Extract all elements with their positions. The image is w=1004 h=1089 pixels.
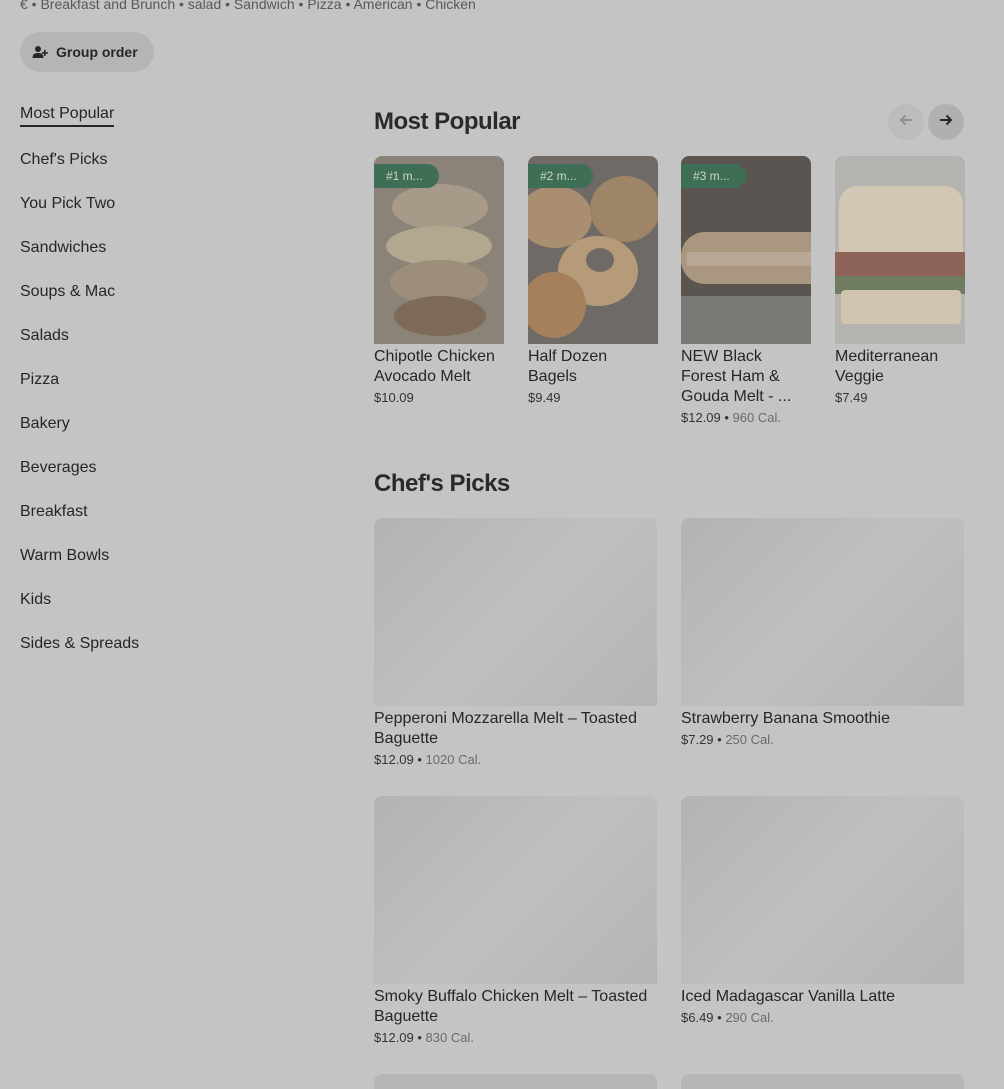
item-name: Iced Madagascar Vanilla Latte: [681, 988, 896, 1005]
carousel-prev-button[interactable]: [888, 104, 924, 140]
sidebar-item-breakfast[interactable]: Breakfast: [20, 490, 139, 534]
menu-item-card[interactable]: Mediterranean Veggie $7.49: [835, 156, 965, 405]
sidebar-item-label: Kids: [20, 591, 52, 608]
item-name: Pepperoni Mozzarella Melt – Toasted Bagu…: [374, 710, 637, 747]
menu-item-card[interactable]: Strawberry Banana Smoothie $7.29 • 250 C…: [681, 518, 964, 747]
item-image-placeholder: [374, 796, 657, 984]
sidebar-item-label: You Pick Two: [20, 195, 116, 212]
sidebar-item-you-pick-two[interactable]: You Pick Two: [20, 182, 139, 226]
sidebar-item-label: Salads: [20, 327, 69, 344]
group-order-button[interactable]: Group order: [20, 32, 154, 72]
sidebar-item-most-popular[interactable]: Most Popular: [20, 94, 139, 138]
section-title-chefs-picks: Chef's Picks: [374, 470, 510, 497]
item-price: $12.09: [374, 1030, 414, 1045]
item-meta: $7.49: [835, 390, 965, 405]
add-person-icon: [32, 44, 48, 60]
sidebar-item-warm-bowls[interactable]: Warm Bowls: [20, 534, 139, 578]
menu-item-card[interactable]: #3 m... NEW Black Forest Ham & Gouda Mel…: [681, 156, 811, 425]
item-calories: 960 Cal.: [732, 410, 781, 425]
item-price: $10.09: [374, 390, 414, 405]
item-image: #2 m...: [528, 156, 658, 344]
sidebar-item-label: Soups & Mac: [20, 283, 116, 300]
sidebar-item-sides-spreads[interactable]: Sides & Spreads: [20, 622, 139, 666]
item-meta: $12.09 • 960 Cal.: [681, 410, 781, 425]
item-image: #3 m...: [681, 156, 811, 344]
item-meta: $7.29 • 250 Cal.: [681, 732, 774, 747]
sidebar-item-pizza[interactable]: Pizza: [20, 358, 139, 402]
sidebar-item-label: Pizza: [20, 371, 60, 388]
item-meta: $9.49: [528, 390, 658, 405]
sidebar-item-label: Most Popular: [20, 105, 115, 127]
item-meta: $6.49 • 290 Cal.: [681, 1010, 774, 1025]
item-calories: 1020 Cal.: [425, 752, 482, 767]
section-title-most-popular: Most Popular: [374, 108, 521, 135]
item-name: Mediterranean Veggie: [835, 348, 939, 385]
category-sidebar: Most Popular Chef's Picks You Pick Two S…: [20, 94, 139, 666]
item-price: $7.29: [681, 732, 714, 747]
sidebar-item-label: Sides & Spreads: [20, 635, 140, 652]
item-name: Smoky Buffalo Chicken Melt – Toasted Bag…: [374, 988, 648, 1025]
menu-item-card[interactable]: Iced Madagascar Vanilla Latte $6.49 • 29…: [681, 796, 964, 1025]
item-name: Strawberry Banana Smoothie: [681, 710, 890, 727]
item-image-placeholder: [374, 518, 657, 706]
item-price: $6.49: [681, 1010, 714, 1025]
menu-item-card[interactable]: #2 m... Half Dozen Bagels $9.49: [528, 156, 658, 405]
sidebar-item-label: Breakfast: [20, 503, 88, 520]
arrow-right-icon: [938, 112, 954, 133]
item-name: Chipotle Chicken Avocado Melt: [374, 348, 495, 385]
item-image-placeholder[interactable]: [681, 1074, 964, 1089]
menu-item-card[interactable]: Smoky Buffalo Chicken Melt – Toasted Bag…: [374, 796, 657, 1045]
menu-item-card[interactable]: #1 m... Chipotle Chicken Avocado Melt $1…: [374, 156, 504, 405]
sidebar-item-label: Warm Bowls: [20, 547, 110, 564]
item-price: $12.09: [374, 752, 414, 767]
item-image-placeholder: [681, 796, 964, 984]
item-calories: 250 Cal.: [725, 732, 774, 747]
item-price: $7.49: [835, 390, 868, 405]
item-meta: $12.09 • 830 Cal.: [374, 1030, 474, 1045]
sidebar-item-beverages[interactable]: Beverages: [20, 446, 139, 490]
sidebar-item-chefs-picks[interactable]: Chef's Picks: [20, 138, 139, 182]
sidebar-item-label: Bakery: [20, 415, 70, 432]
sidebar-item-salads[interactable]: Salads: [20, 314, 139, 358]
arrow-left-icon: [898, 112, 914, 133]
item-image-placeholder: [681, 518, 964, 706]
sidebar-item-kids[interactable]: Kids: [20, 578, 139, 622]
sidebar-item-label: Beverages: [20, 459, 97, 476]
sidebar-item-label: Chef's Picks: [20, 151, 108, 168]
store-tags: € • Breakfast and Brunch • salad • Sandw…: [20, 0, 476, 12]
item-image-placeholder[interactable]: [374, 1074, 657, 1089]
carousel-next-button[interactable]: [928, 104, 964, 140]
item-name: Half Dozen Bagels: [528, 348, 608, 385]
sidebar-item-bakery[interactable]: Bakery: [20, 402, 139, 446]
sidebar-item-soups-mac[interactable]: Soups & Mac: [20, 270, 139, 314]
rank-badge: #2 m...: [528, 164, 593, 188]
sidebar-item-sandwiches[interactable]: Sandwiches: [20, 226, 139, 270]
item-meta: $12.09 • 1020 Cal.: [374, 752, 482, 767]
rank-badge: #1 m...: [374, 164, 439, 188]
item-name: NEW Black Forest Ham & Gouda Melt - ...: [681, 348, 792, 405]
item-calories: 830 Cal.: [425, 1030, 474, 1045]
item-price: $9.49: [528, 390, 561, 405]
item-price: $12.09: [681, 410, 721, 425]
item-meta: $10.09: [374, 390, 504, 405]
group-order-label: Group order: [56, 44, 138, 60]
item-image: #1 m...: [374, 156, 504, 344]
menu-item-card[interactable]: Pepperoni Mozzarella Melt – Toasted Bagu…: [374, 518, 657, 767]
item-image: [835, 156, 965, 344]
sidebar-item-label: Sandwiches: [20, 239, 107, 256]
rank-badge: #3 m...: [681, 164, 746, 188]
item-calories: 290 Cal.: [725, 1010, 774, 1025]
